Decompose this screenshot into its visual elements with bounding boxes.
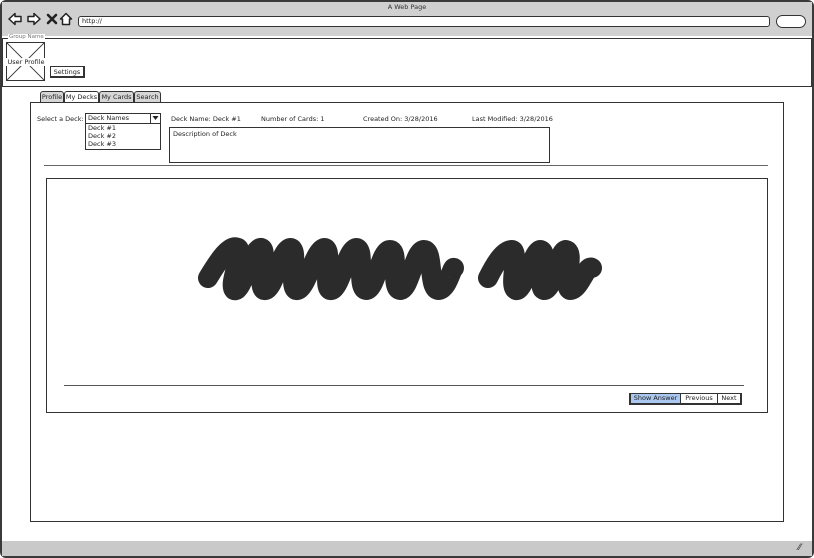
select-deck-label: Select a Deck: <box>37 115 84 123</box>
resize-grip-icon[interactable]: ⁄⁄ <box>798 543 801 553</box>
deck-option[interactable]: Deck #3 <box>88 140 160 148</box>
deck-option[interactable]: Deck #2 <box>88 132 160 140</box>
card-text-scribble <box>198 237 602 300</box>
tab-profile[interactable]: Profile <box>40 91 64 102</box>
browser-search-field[interactable] <box>776 15 806 28</box>
home-icon[interactable] <box>59 12 73 26</box>
modified-date: Last Modified: 3/28/2016 <box>472 115 553 123</box>
created-date: Created On: 3/28/2016 <box>363 115 438 123</box>
url-bar[interactable]: http:// <box>78 16 770 27</box>
deck-name: Deck Name: Deck #1 <box>171 115 241 123</box>
deck-description: Description of Deck <box>169 127 550 163</box>
chevron-down-icon[interactable] <box>150 113 161 124</box>
show-answer-button[interactable]: Show Answer <box>629 393 681 405</box>
deck-dropdown-list: Deck #1 Deck #2 Deck #3 <box>85 124 161 150</box>
card-divider <box>64 385 744 386</box>
card-count: Number of Cards: 1 <box>261 115 325 123</box>
forward-arrow-icon[interactable] <box>27 12 41 26</box>
tab-my-decks[interactable]: My Decks <box>64 91 99 102</box>
tab-my-cards[interactable]: My Cards <box>99 91 134 102</box>
user-profile-label: User Profile <box>5 58 47 66</box>
tab-search[interactable]: Search <box>134 91 161 102</box>
close-icon[interactable] <box>45 12 59 26</box>
back-arrow-icon[interactable] <box>8 12 22 26</box>
page-header <box>2 38 812 87</box>
divider <box>44 165 768 166</box>
deck-option[interactable]: Deck #1 <box>88 124 160 132</box>
previous-button[interactable]: Previous <box>681 393 718 405</box>
status-bar <box>2 541 812 556</box>
group-name-label: Group Name <box>8 34 45 40</box>
settings-button[interactable]: Settings <box>50 66 85 78</box>
next-button[interactable]: Next <box>718 393 742 405</box>
window-title: A Web Page <box>387 3 427 11</box>
